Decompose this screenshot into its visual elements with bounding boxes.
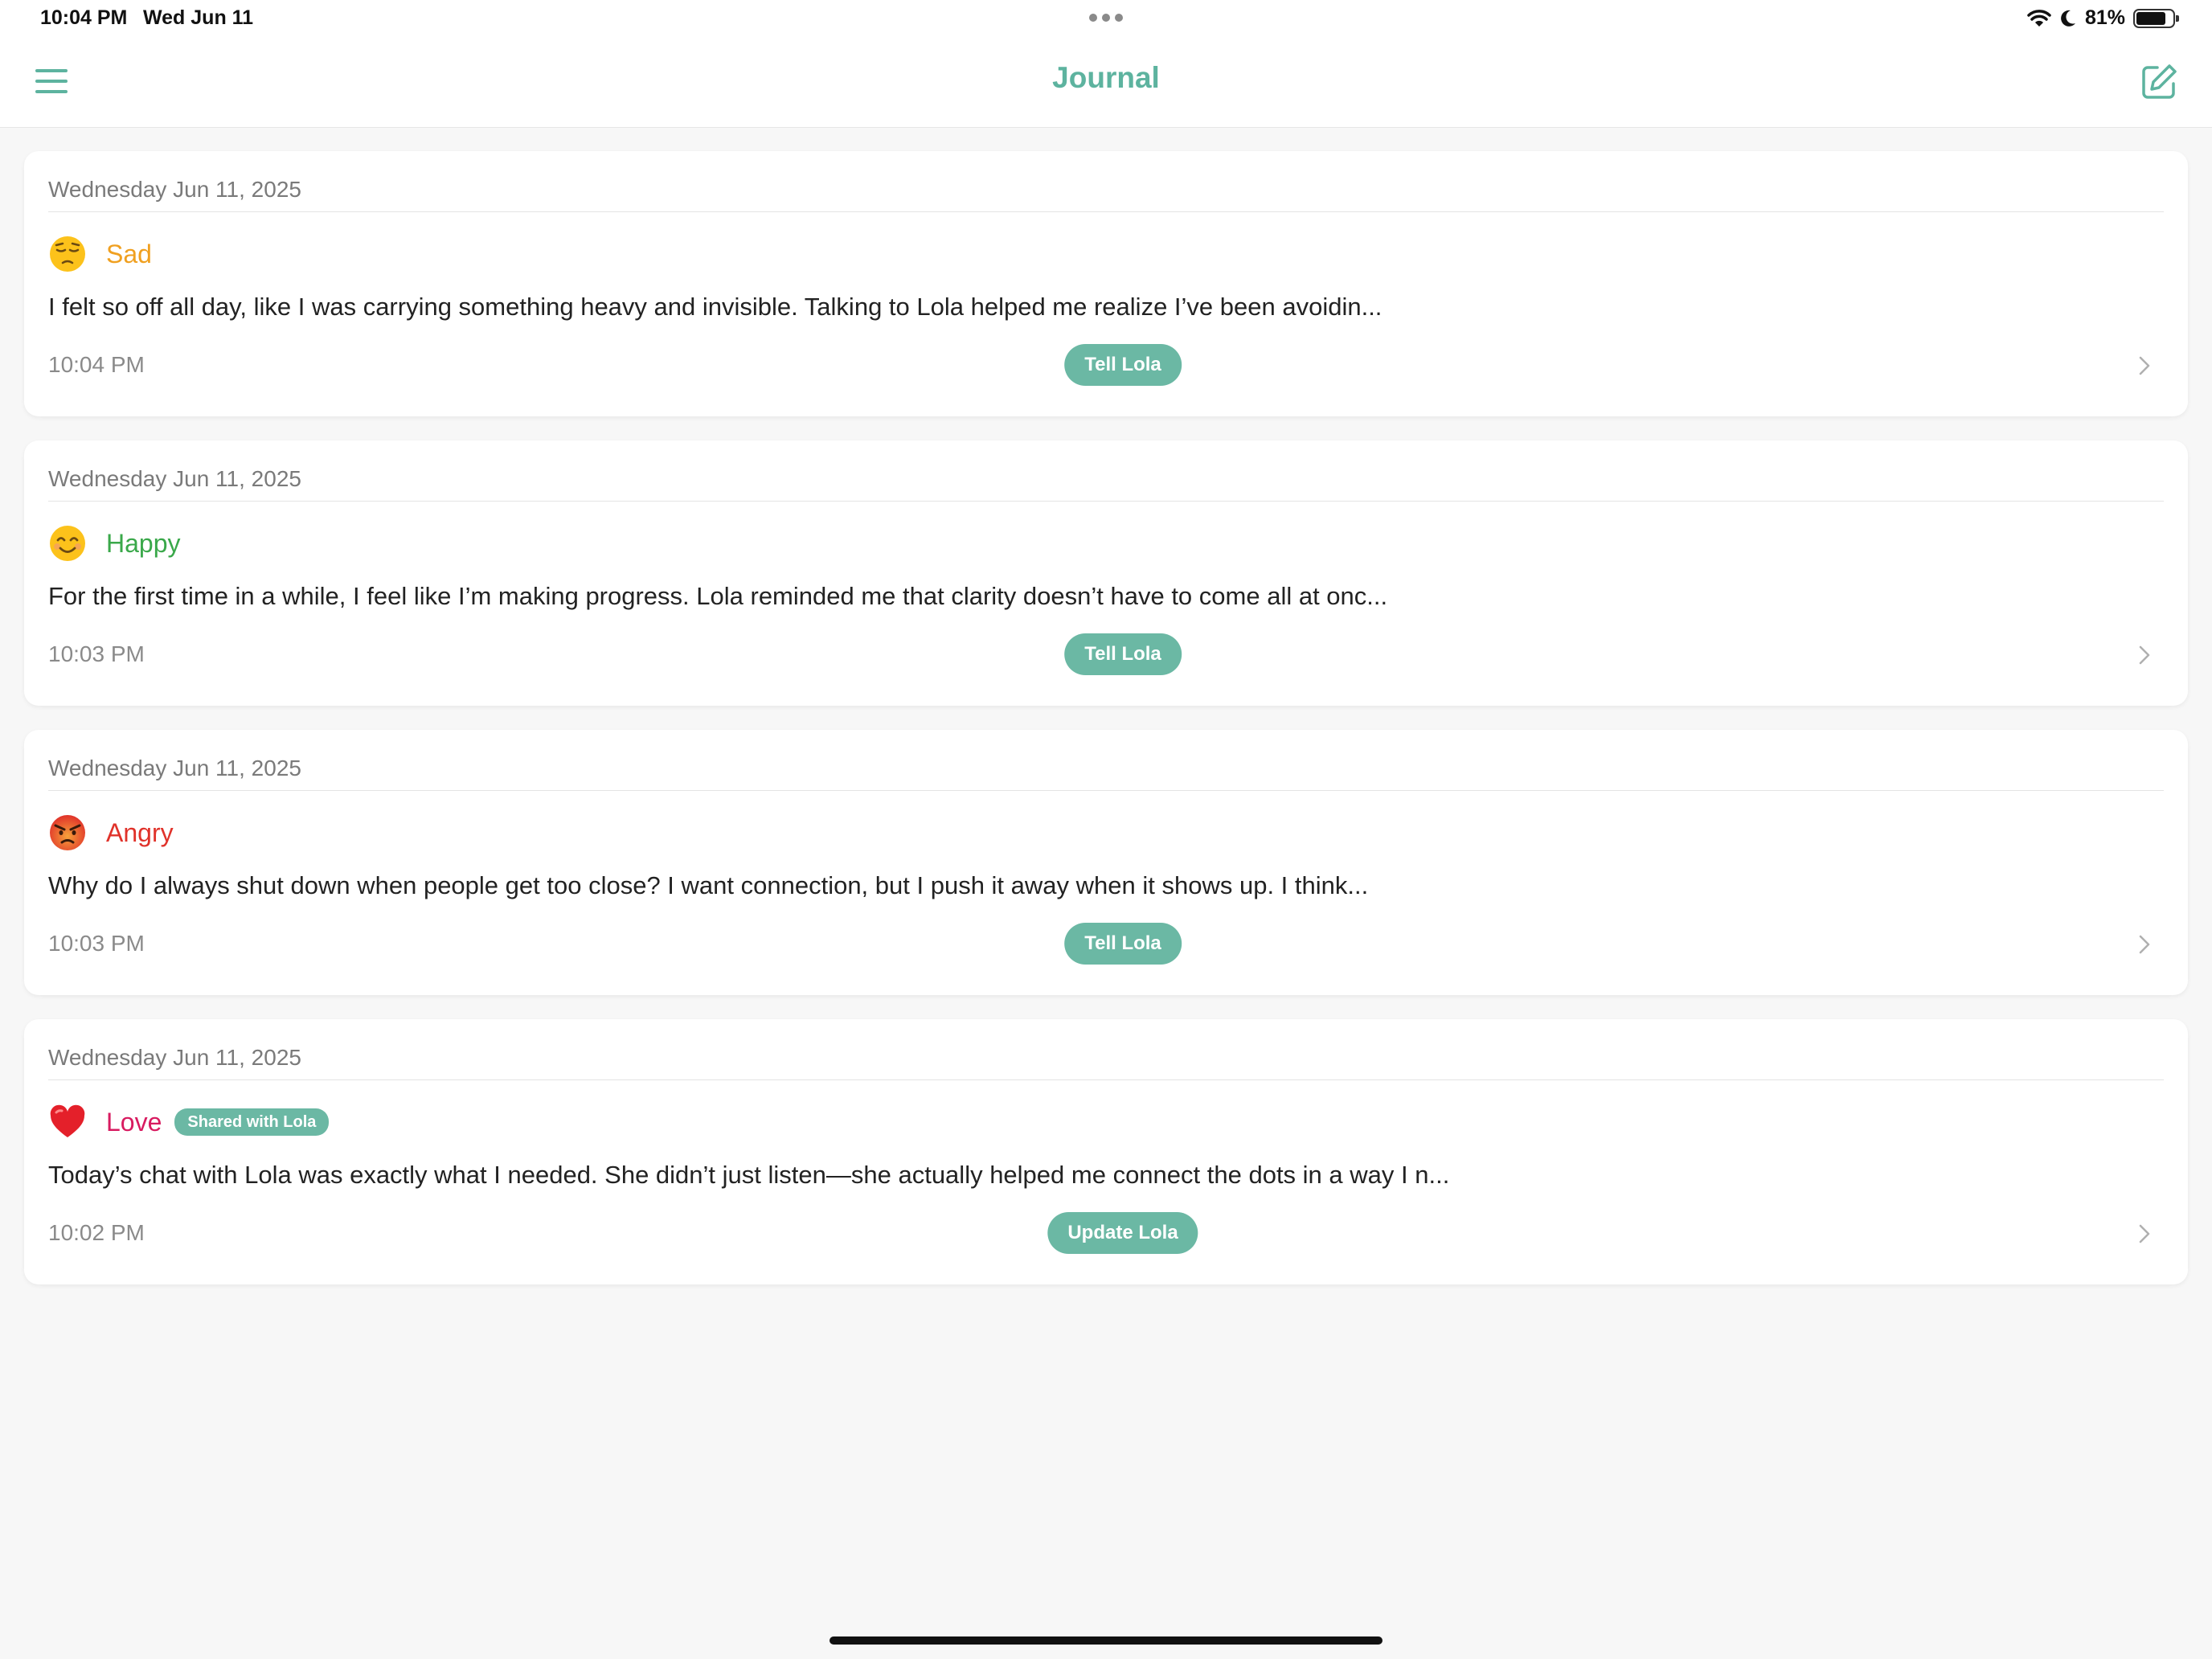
shared-with-lola-badge: Shared with Lola — [174, 1108, 330, 1136]
tell-lola-button[interactable]: Tell Lola — [1064, 633, 1182, 675]
smiling-face-icon — [50, 526, 85, 561]
angry-face-icon — [50, 815, 85, 850]
mood-label: Love — [106, 1107, 162, 1137]
status-indicators: 81% — [2027, 6, 2179, 30]
home-indicator[interactable] — [830, 1636, 1382, 1645]
multitasking-dots-icon[interactable] — [1089, 14, 1123, 22]
entry-time: 10:02 PM — [48, 1220, 145, 1245]
status-bar: 10:04 PM Wed Jun 11 81% — [0, 0, 2212, 39]
entry-date: Wednesday Jun 11, 2025 — [48, 1045, 301, 1070]
mood-row: Happy — [48, 521, 181, 566]
status-time: 10:04 PM — [40, 6, 128, 29]
update-lola-button[interactable]: Update Lola — [1047, 1212, 1198, 1254]
entry-date: Wednesday Jun 11, 2025 — [48, 756, 301, 780]
entry-preview-text: Today’s chat with Lola was exactly what … — [48, 1161, 1450, 1189]
battery-percent: 81% — [2084, 6, 2125, 29]
journal-entry-list: Wednesday Jun 11, 2025 Sad I felt so off… — [24, 151, 2188, 1309]
wifi-icon — [2027, 9, 2051, 27]
journal-entry-card[interactable]: Wednesday Jun 11, 2025 Sad I felt so off… — [24, 151, 2188, 416]
entry-preview-text: Why do I always shut down when people ge… — [48, 871, 1369, 899]
entry-date: Wednesday Jun 11, 2025 — [48, 177, 301, 202]
entry-preview-text: For the first time in a while, I feel li… — [48, 582, 1388, 610]
entry-date: Wednesday Jun 11, 2025 — [48, 466, 301, 491]
chevron-right-icon — [2139, 1224, 2150, 1243]
journal-entry-card[interactable]: Wednesday Jun 11, 2025 Love Shared with … — [24, 1019, 2188, 1284]
journal-entry-card[interactable]: Wednesday Jun 11, 2025 Happy For the fir… — [24, 440, 2188, 706]
red-heart-icon — [50, 1104, 85, 1137]
entry-time: 10:04 PM — [48, 352, 145, 377]
mood-label: Angry — [106, 817, 174, 847]
journal-entry-card[interactable]: Wednesday Jun 11, 2025 Angry Why do I al… — [24, 730, 2188, 995]
page-title: Journal — [1052, 61, 1160, 94]
chevron-right-icon — [2139, 645, 2150, 665]
chevron-right-icon — [2139, 356, 2150, 375]
mood-row: Sad — [48, 231, 152, 276]
moon-icon — [2061, 10, 2075, 27]
divider — [48, 790, 2164, 791]
entry-preview-text: I felt so off all day, like I was carryi… — [48, 293, 1382, 321]
navigation-bar: Journal — [0, 39, 2212, 128]
divider — [48, 211, 2164, 212]
mood-row: Angry — [48, 810, 174, 855]
entry-time: 10:03 PM — [48, 931, 145, 956]
mood-row: Love Shared with Lola — [48, 1100, 330, 1145]
entry-time: 10:03 PM — [48, 641, 145, 666]
battery-icon — [2133, 8, 2179, 28]
mood-label: Sad — [106, 239, 152, 268]
tell-lola-button[interactable]: Tell Lola — [1064, 344, 1182, 386]
chevron-right-icon — [2139, 935, 2150, 954]
tell-lola-button[interactable]: Tell Lola — [1064, 923, 1182, 965]
mood-label: Happy — [106, 528, 181, 558]
pensive-face-icon — [50, 236, 85, 272]
status-date: Wed Jun 11 — [143, 6, 254, 29]
compose-edit-icon[interactable] — [2140, 63, 2178, 101]
divider — [48, 501, 2164, 502]
battery-level — [2136, 11, 2165, 25]
divider — [48, 1079, 2164, 1080]
